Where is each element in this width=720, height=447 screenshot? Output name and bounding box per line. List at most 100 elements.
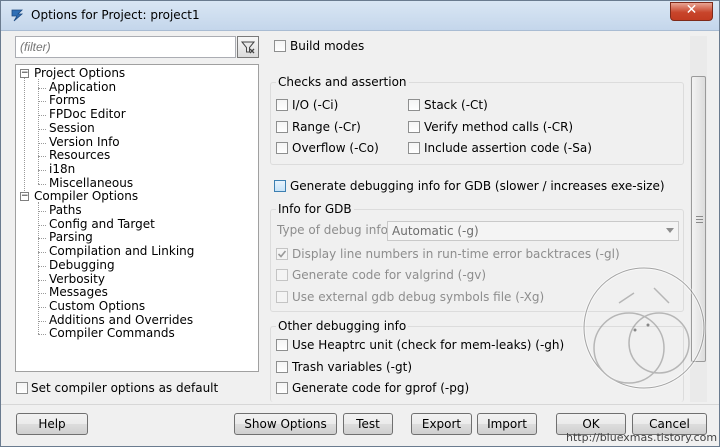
trash-variables-checkbox[interactable] <box>276 361 288 373</box>
tree-collapse-icon[interactable]: − <box>20 192 29 202</box>
filter-button[interactable] <box>237 36 259 58</box>
set-default-label: Set compiler options as default <box>31 381 219 395</box>
title-bar: Options for Project: project1 ✕ <box>1 1 719 31</box>
gprof-checkbox[interactable] <box>276 382 288 394</box>
build-modes-label: Build modes <box>290 39 365 53</box>
tree-branch-line <box>38 115 46 117</box>
overflow-checkbox[interactable] <box>276 142 288 154</box>
tree-item[interactable]: Custom Options <box>49 299 145 313</box>
help-button[interactable]: Help <box>16 413 88 435</box>
tree-item[interactable]: Resources <box>49 149 110 162</box>
heaptrc-checkbox[interactable] <box>276 339 288 351</box>
show-options-button[interactable]: Show Options <box>234 413 337 435</box>
tree-item[interactable]: Version Info <box>49 135 120 149</box>
checks-title: Checks and assertion <box>276 75 409 89</box>
ok-label: OK <box>582 417 600 431</box>
tree-category[interactable]: Compiler Options <box>34 190 138 203</box>
debug-type-value: Automatic (-g) <box>392 224 479 238</box>
tree-branch-line <box>38 279 46 281</box>
heaptrc-label: Use Heaptrc unit (check for mem-leaks) (… <box>292 338 565 352</box>
tree-item[interactable]: Verbosity <box>49 272 105 286</box>
tree-branch-line <box>38 224 46 226</box>
tree-branch-line <box>38 293 46 295</box>
range-checkbox[interactable] <box>276 121 288 133</box>
tree-branch-line <box>38 79 39 184</box>
display-lines-label: Display line numbers in run-time error b… <box>292 247 620 261</box>
tree-item[interactable]: Compilation and Linking <box>49 245 194 258</box>
tree-item[interactable]: Debugging <box>49 258 115 272</box>
cancel-label: Cancel <box>649 417 690 431</box>
gprof-label: Generate code for gprof (-pg) <box>292 381 470 395</box>
range-label: Range (-Cr) <box>292 120 361 134</box>
options-tree[interactable]: − Project Options Application Forms FPDoc Ed… <box>15 64 259 372</box>
external-symbols-checkbox[interactable] <box>276 291 288 303</box>
trash-variables-label: Trash variables (-gt) <box>292 360 413 374</box>
debug-type-select[interactable]: Automatic (-g) <box>387 221 679 241</box>
tree-item[interactable]: Messages <box>49 286 108 299</box>
tree-branch-line <box>38 320 46 322</box>
verify-method-label: Verify method calls (-CR) <box>424 120 574 134</box>
grip-line <box>696 219 703 220</box>
tree-branch-line <box>38 265 46 267</box>
grip-line <box>696 216 703 217</box>
test-label: Test <box>356 417 380 431</box>
tree-branch-line <box>38 169 46 171</box>
tree-branch-line <box>38 202 39 335</box>
close-button[interactable]: ✕ <box>670 2 713 21</box>
tree-item[interactable]: Application <box>49 80 116 94</box>
options-dialog: Options for Project: project1 ✕ −Project… <box>0 0 720 447</box>
tree-item[interactable]: Session <box>49 121 95 135</box>
show-options-label: Show Options <box>244 417 327 431</box>
tree-branch-line <box>38 306 46 308</box>
checkmark-icon <box>277 250 287 258</box>
display-lines-checkbox[interactable] <box>276 248 288 260</box>
tree-item[interactable]: Parsing <box>49 231 93 244</box>
tree-branch-line <box>38 101 46 103</box>
tree-item[interactable]: Additions and Overrides <box>49 313 193 327</box>
watermark-url: http://bluexmas.tistory.com <box>566 431 718 444</box>
io-checkbox[interactable] <box>276 99 288 111</box>
assertion-label: Include assertion code (-Sa) <box>424 141 592 155</box>
tree-collapse-icon[interactable]: − <box>20 69 29 78</box>
tree-branch-line <box>38 238 46 240</box>
filter-input[interactable] <box>15 36 236 58</box>
watermark-logo <box>582 266 706 390</box>
build-modes-checkbox[interactable] <box>274 40 286 52</box>
tree-branch-line <box>38 128 46 130</box>
import-label: Import <box>487 417 527 431</box>
window-title: Options for Project: project1 <box>31 8 200 22</box>
export-label: Export <box>421 417 462 431</box>
gdb-debug-label: Generate debugging info for GDB (slower … <box>290 179 665 193</box>
verify-method-checkbox[interactable] <box>408 121 420 133</box>
chevron-down-icon <box>666 228 674 233</box>
tree-branch-line <box>38 252 46 254</box>
footer-separator <box>1 404 719 405</box>
io-label: I/O (-Ci) <box>292 98 339 112</box>
info-gdb-title: Info for GDB <box>276 202 354 216</box>
set-default-checkbox[interactable] <box>16 382 28 394</box>
tree-branch-line <box>38 334 46 336</box>
help-button-label: Help <box>38 417 66 431</box>
stack-label: Stack (-Ct) <box>424 98 488 112</box>
tree-branch-line <box>38 156 46 158</box>
tree-item[interactable]: FPDoc Editor <box>49 108 126 121</box>
other-debug-title: Other debugging info <box>276 319 409 333</box>
tree-item[interactable]: Paths <box>49 204 82 217</box>
import-button[interactable]: Import <box>477 413 537 435</box>
valgrind-label: Generate code for valgrind (-gv) <box>292 268 487 282</box>
tree-branch-line <box>38 87 46 89</box>
assertion-checkbox[interactable] <box>408 142 420 154</box>
tree-item[interactable]: Miscellaneous <box>49 176 133 190</box>
overflow-label: Overflow (-Co) <box>292 141 379 155</box>
valgrind-checkbox[interactable] <box>276 269 288 281</box>
tree-item[interactable]: Compiler Commands <box>49 327 175 340</box>
export-button[interactable]: Export <box>411 413 472 435</box>
tree-item[interactable]: Forms <box>49 94 85 107</box>
stack-checkbox[interactable] <box>408 99 420 111</box>
gdb-debug-checkbox[interactable] <box>274 180 286 192</box>
test-button[interactable]: Test <box>343 413 393 435</box>
tree-item[interactable]: i18n <box>49 162 75 176</box>
tree-root-line <box>24 74 25 198</box>
tree-item[interactable]: Config and Target <box>49 217 155 231</box>
tree-category[interactable]: Project Options <box>34 67 125 80</box>
